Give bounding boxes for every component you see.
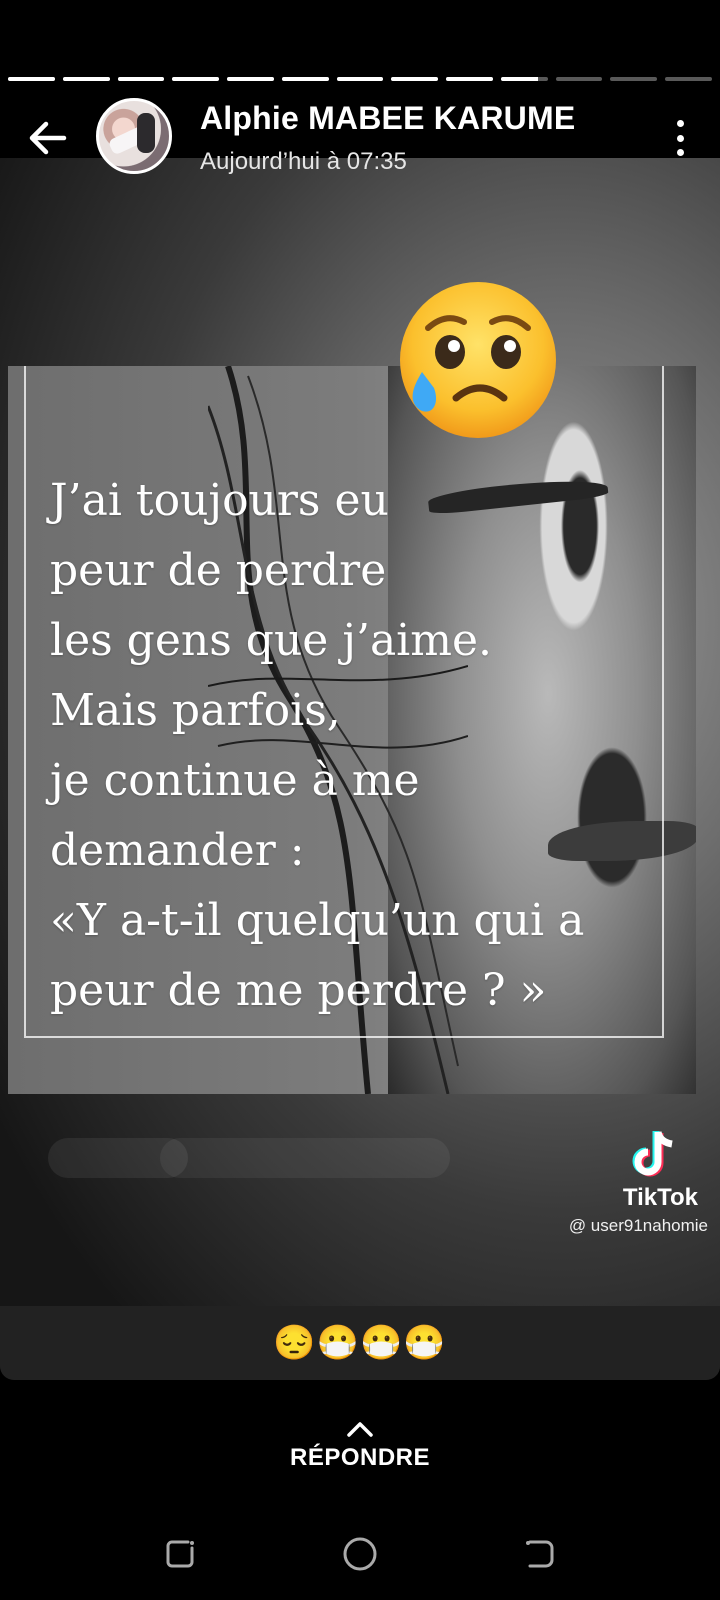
quote-line: je continue à me [50, 755, 420, 806]
arrow-left-icon[interactable] [24, 114, 72, 162]
story-viewer: J’ai toujours eu peur de perdre les gens q… [0, 0, 720, 1600]
chevron-up-icon[interactable] [346, 1420, 374, 1438]
quote-line: J’ai toujours eu [50, 475, 389, 526]
crying-face-icon [400, 282, 556, 438]
post-timestamp: Aujourd’hui à 07:35 [200, 148, 407, 175]
user-name[interactable]: Alphie MABEE KARUME [200, 100, 575, 137]
quote-text: J’ai toujours eu peur de perdre les gens q… [50, 466, 660, 1026]
home-icon[interactable] [340, 1534, 380, 1574]
progress-segment [8, 77, 55, 81]
tiktok-username: @ user91nahomie [568, 1216, 708, 1235]
progress-segment [446, 77, 493, 81]
quote-line: peur de perdre [50, 545, 387, 596]
tiktok-watermark: TikTok @ user91nahomie [538, 1130, 708, 1236]
back-icon[interactable] [520, 1534, 560, 1574]
system-navigation-bar [0, 1516, 720, 1586]
caption-text: 😔😷😷😷 [273, 1324, 447, 1362]
avatar[interactable] [96, 98, 172, 174]
progress-segment [336, 77, 384, 81]
recent-apps-icon[interactable] [160, 1534, 200, 1574]
quote-line: «Y a-t-il quelqu’un qui a [50, 895, 585, 946]
quote-line: demander : [50, 825, 305, 876]
progress-segment [62, 77, 110, 81]
progress-segment [117, 77, 165, 81]
quote-image: J’ai toujours eu peur de perdre les gens q… [8, 366, 696, 1094]
progress-segment [555, 77, 603, 81]
progress-segment [172, 77, 220, 81]
blurred-text [160, 1138, 450, 1178]
story-progress [8, 77, 712, 81]
tiktok-brand: TikTok [622, 1184, 698, 1211]
progress-segment [227, 77, 274, 81]
progress-segment [665, 77, 712, 81]
progress-segment [500, 77, 548, 81]
quote-line: peur de me perdre ? » [50, 965, 547, 1016]
story-header: Alphie MABEE KARUME Aujourd’hui à 07:35 [0, 92, 720, 182]
reply-button[interactable]: RÉPONDRE [0, 1420, 720, 1472]
reply-label[interactable]: RÉPONDRE [0, 1444, 720, 1472]
progress-segment [391, 77, 439, 81]
more-vertical-icon[interactable] [674, 120, 686, 156]
story-caption: 😔😷😷😷 [0, 1306, 720, 1380]
tiktok-logo-icon [632, 1131, 673, 1177]
story-content[interactable]: J’ai toujours eu peur de perdre les gens q… [0, 158, 720, 1380]
quote-line: les gens que j’aime. [50, 615, 492, 666]
progress-segment [281, 77, 329, 81]
progress-segment [610, 77, 658, 81]
quote-line: Mais parfois, [50, 685, 341, 736]
